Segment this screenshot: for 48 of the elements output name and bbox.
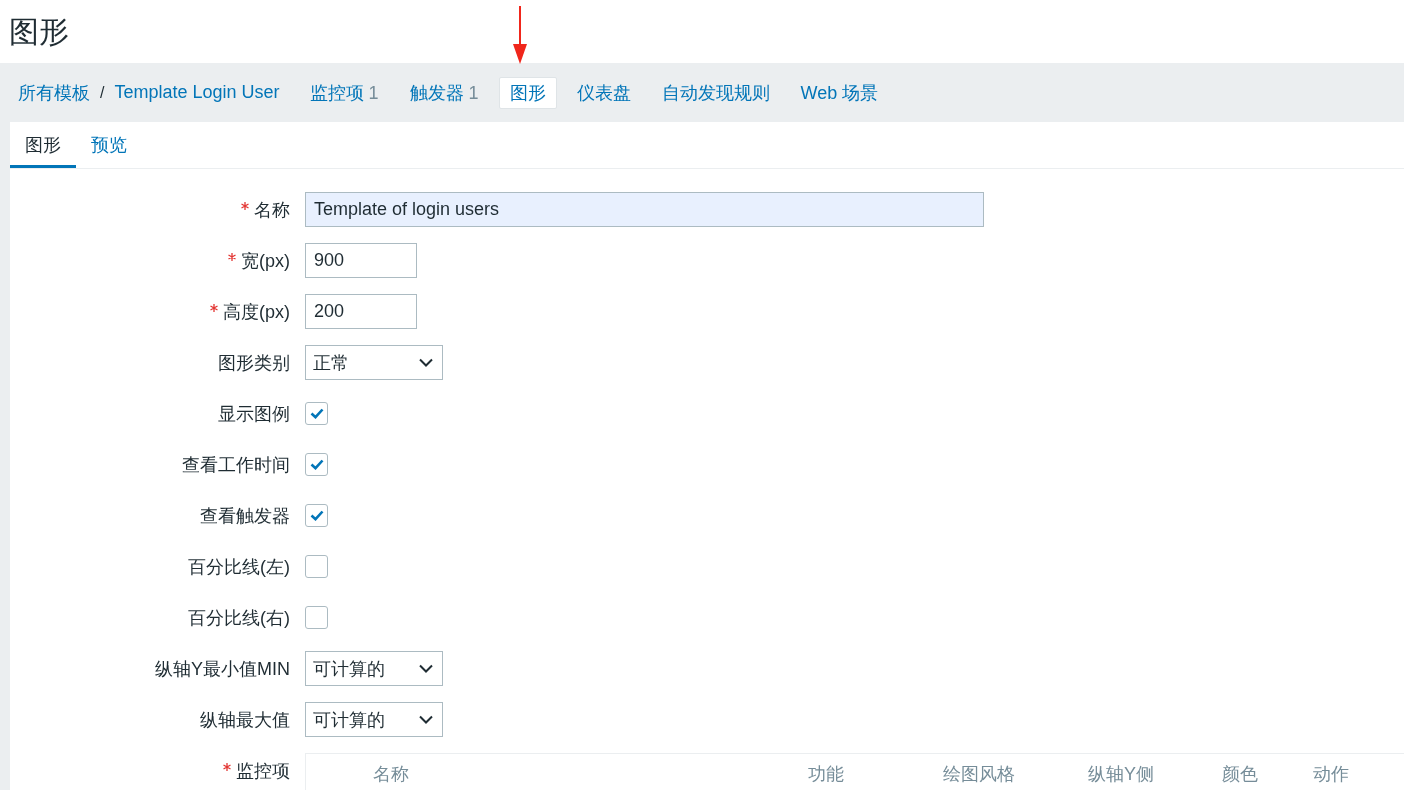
breadcrumb-link[interactable]: 所有模板 — [18, 80, 90, 105]
column-header: 绘图风格 — [943, 763, 1015, 786]
column-header: 名称 — [373, 763, 409, 786]
column-header: 动作 — [1313, 763, 1349, 786]
breadcrumb-link[interactable]: Template Login User — [114, 82, 280, 103]
number-input-field[interactable]: 900 — [305, 243, 417, 278]
checkbox[interactable] — [305, 402, 328, 425]
checkbox[interactable] — [305, 453, 328, 476]
dropdown[interactable]: 正常 — [305, 345, 443, 380]
chevron-down-icon — [419, 664, 433, 673]
field-label: 纵轴Y最小值MIN — [155, 657, 290, 681]
breadcrumb-separator: / — [100, 83, 105, 102]
chevron-down-icon — [419, 358, 433, 367]
text-input-field[interactable]: Template of login users — [305, 192, 984, 227]
nav-tab[interactable]: 自动发现规则 — [650, 76, 781, 109]
field-label: 查看触发器 — [200, 504, 290, 528]
column-header: 纵轴Y侧 — [1088, 763, 1154, 786]
column-header: 颜色 — [1222, 763, 1258, 786]
checkbox[interactable] — [305, 606, 328, 629]
field-label: 图形类别 — [218, 351, 290, 375]
field-label: 百分比线(右) — [188, 606, 290, 630]
checkbox[interactable] — [305, 555, 328, 578]
sub-tab[interactable]: 预览 — [76, 122, 142, 168]
dropdown[interactable]: 可计算的 — [305, 651, 443, 686]
field-label: 宽(px) — [241, 249, 290, 273]
check-icon — [309, 408, 324, 419]
check-icon — [309, 459, 324, 470]
field-label: 显示图例 — [218, 402, 290, 426]
nav-tab[interactable]: 仪表盘 — [565, 76, 642, 109]
field-label: 高度(px) — [223, 300, 290, 324]
dropdown[interactable]: 可计算的 — [305, 702, 443, 737]
sub-tab[interactable]: 图形 — [10, 122, 76, 168]
field-label: 监控项 — [236, 759, 290, 783]
page-title: 图形 — [9, 13, 69, 50]
field-label: 百分比线(左) — [188, 555, 290, 579]
field-label: 名称 — [254, 198, 290, 222]
chevron-down-icon — [419, 715, 433, 724]
column-header: 功能 — [808, 763, 844, 786]
nav-tab[interactable]: Web 场景 — [789, 76, 890, 109]
down-arrow-icon — [511, 6, 529, 64]
check-icon — [309, 510, 324, 521]
nav-tab[interactable]: 触发器 1 — [398, 76, 490, 109]
field-label: 纵轴最大值 — [200, 708, 290, 732]
nav-tab[interactable]: 图形 — [498, 76, 557, 109]
nav-tab[interactable]: 监控项 1 — [298, 76, 390, 109]
field-label: 查看工作时间 — [182, 453, 290, 477]
number-input-field[interactable]: 200 — [305, 294, 417, 329]
checkbox[interactable] — [305, 504, 328, 527]
